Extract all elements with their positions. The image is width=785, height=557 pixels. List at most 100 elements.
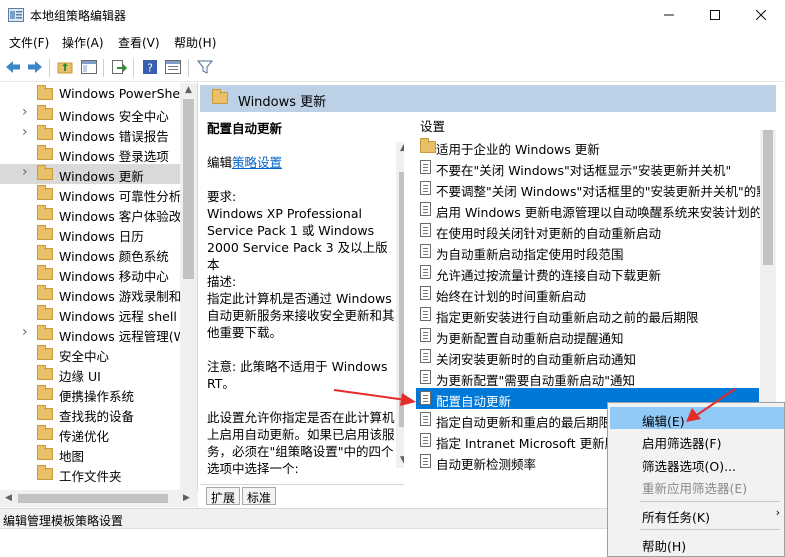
tree-item-label: 地图 — [59, 449, 85, 464]
up-folder-button[interactable] — [55, 57, 75, 77]
folder-icon — [37, 85, 53, 100]
tree-item-label: 传递优化 — [59, 429, 110, 444]
tree-item-label: Windows 客户体验改善 — [59, 209, 194, 224]
tree-item[interactable]: Windows 远程 shell — [0, 304, 180, 324]
tree-item[interactable]: Windows 移动中心 — [0, 264, 180, 284]
tab-standard[interactable]: 标准 — [242, 487, 277, 505]
ctx-reapply-filter: 重新应用筛选器(E) — [610, 474, 784, 496]
policy-row[interactable]: 不要调整"关闭 Windows"对话框里的"安装更新并关机"的默认 — [416, 178, 776, 199]
policy-row[interactable]: 不要在"关闭 Windows"对话框显示"安装更新并关机" — [416, 157, 759, 178]
policy-row[interactable]: 允许通过按流量计费的连接自动下载更新 — [416, 262, 759, 283]
tree-item[interactable]: 查找我的设备 — [0, 404, 180, 424]
policy-row[interactable]: 为更新配置"需要自动重新启动"通知 — [416, 367, 759, 388]
column-header-setting[interactable]: 设置 — [420, 116, 445, 135]
properties-button[interactable] — [163, 57, 183, 77]
folder-icon — [37, 105, 53, 120]
tree-item[interactable]: › Windows 错误报告 — [0, 124, 180, 144]
ctx-enable-filter[interactable]: 启用筛选器(F) — [610, 429, 784, 451]
filter-button[interactable] — [195, 57, 215, 77]
scroll-left-arrow-icon[interactable]: ◀ — [0, 493, 17, 503]
folder-icon — [37, 385, 53, 400]
policy-settings-link[interactable]: 策略设置 — [232, 155, 282, 170]
tree-item[interactable]: Windows PowerShell — [0, 84, 187, 104]
tree-item[interactable]: Windows 颜色系统 — [0, 244, 180, 264]
policy-row[interactable]: 为更新配置自动重新启动提醒通知 — [416, 325, 759, 346]
tree-item[interactable]: Windows 登录选项 — [0, 144, 180, 164]
tree-item[interactable]: 便携操作系统 — [0, 384, 180, 404]
policy-setting-icon — [420, 286, 431, 300]
menu-help[interactable]: 帮助(H) — [174, 34, 216, 51]
close-button[interactable] — [738, 0, 784, 30]
tree-item[interactable]: 安全中心 — [0, 344, 180, 364]
tree-item[interactable]: › Windows 安全中心 — [0, 104, 180, 124]
ctx-help[interactable]: 帮助(H) — [610, 532, 784, 554]
policy-row[interactable]: 关闭安装更新时的自动重新启动通知 — [416, 346, 759, 367]
tree-item-label: Windows PowerShell — [59, 86, 188, 101]
ctx-all-tasks[interactable]: 所有任务(K) › — [610, 503, 784, 525]
expand-chevron-icon[interactable]: › — [22, 164, 28, 180]
menu-file[interactable]: 文件(F) — [9, 34, 49, 51]
expand-chevron-icon[interactable]: › — [22, 124, 28, 140]
tree-item[interactable]: Windows 日历 — [0, 224, 180, 244]
tab-extended[interactable]: 扩展 — [206, 487, 241, 505]
svg-text:?: ? — [147, 62, 153, 75]
ctx-all-tasks-label: 所有任务(K) — [642, 510, 710, 525]
back-button[interactable] — [3, 57, 23, 77]
tree-item[interactable]: 工作文件夹 — [0, 464, 180, 484]
tree-hscroll-thumb[interactable] — [18, 494, 168, 503]
show-hide-tree-button[interactable] — [79, 57, 99, 77]
ctx-enable-filter-label: 启用筛选器(F) — [642, 436, 722, 451]
tree-item[interactable]: 传递优化 — [0, 424, 180, 444]
list-scrollbar[interactable] — [760, 130, 776, 405]
tree-horizontal-scrollbar[interactable]: ◀ ▶ — [0, 490, 198, 507]
expand-chevron-icon[interactable]: › — [22, 104, 28, 120]
tree-item[interactable]: › Windows 远程管理(WinRM) — [0, 324, 197, 344]
policy-row[interactable]: 始终在计划的时间重新启动 — [416, 283, 759, 304]
forward-button[interactable] — [25, 57, 45, 77]
policy-row-label: 指定更新安装进行自动重新启动之前的最后期限 — [436, 310, 699, 325]
status-text: 编辑管理模板策略设置 — [3, 514, 124, 528]
tree-item[interactable]: Windows 游戏录制和广播 — [0, 284, 197, 304]
policy-row[interactable]: 启用 Windows 更新电源管理以自动唤醒系统来安装计划的更新 — [416, 199, 776, 220]
tree-item-label: Windows 可靠性分析 — [59, 189, 182, 204]
tree-scroll-thumb[interactable] — [183, 99, 194, 279]
policy-setting-icon — [420, 412, 431, 426]
console-tree: Windows PowerShell › Windows 安全中心 › Windows … — [0, 83, 198, 508]
folder-icon — [37, 225, 53, 240]
ctx-help-label: 帮助(H) — [642, 539, 687, 554]
export-list-button[interactable] — [109, 57, 129, 77]
scroll-right-arrow-icon[interactable]: ▶ — [178, 493, 195, 503]
tree-vertical-scrollbar[interactable]: ▲ — [180, 83, 197, 490]
policy-row[interactable]: 指定更新安装进行自动重新启动之前的最后期限 — [416, 304, 759, 325]
menu-action[interactable]: 操作(A) — [62, 34, 104, 51]
tree-item[interactable]: › Windows 更新 — [0, 164, 180, 184]
list-folder-item[interactable]: 适用于企业的 Windows 更新 — [416, 136, 759, 157]
console-tree-icon — [81, 60, 97, 74]
folder-icon — [37, 145, 53, 160]
folder-icon — [37, 345, 53, 360]
tree-item[interactable]: Windows 客户体验改善 — [0, 204, 194, 224]
folder-icon — [37, 405, 53, 420]
toolbar: ? — [0, 54, 785, 82]
policy-row[interactable]: 为自动重新启动指定使用时段范围 — [416, 241, 759, 262]
policy-row[interactable]: 在使用时段关闭针对更新的自动重新启动 — [416, 220, 759, 241]
tree-item-label: Windows 错误报告 — [59, 129, 169, 144]
ctx-filter-options[interactable]: 筛选器选项(O)... — [610, 452, 784, 474]
policy-setting-icon — [420, 223, 431, 237]
ctx-edit[interactable]: 编辑(E) — [610, 407, 784, 429]
tree-item[interactable]: Windows 可靠性分析 — [0, 184, 182, 204]
menu-view[interactable]: 查看(V) — [118, 34, 160, 51]
tree-item-label: Windows 颜色系统 — [59, 249, 169, 264]
expand-chevron-icon[interactable]: › — [22, 324, 28, 340]
scroll-up-arrow-icon[interactable]: ▲ — [180, 85, 197, 95]
folder-icon — [37, 445, 53, 460]
minimize-button[interactable] — [646, 0, 692, 30]
maximize-button[interactable] — [692, 0, 738, 30]
tree-item[interactable]: 边缘 UI — [0, 364, 180, 384]
help-button[interactable]: ? — [140, 57, 160, 77]
list-scroll-thumb[interactable] — [763, 130, 773, 265]
tree-item-label: Windows 远程 shell — [59, 309, 177, 324]
window-title: 本地组策略编辑器 — [30, 9, 127, 23]
filter-icon — [197, 60, 213, 74]
tree-item[interactable]: 地图 — [0, 444, 180, 464]
